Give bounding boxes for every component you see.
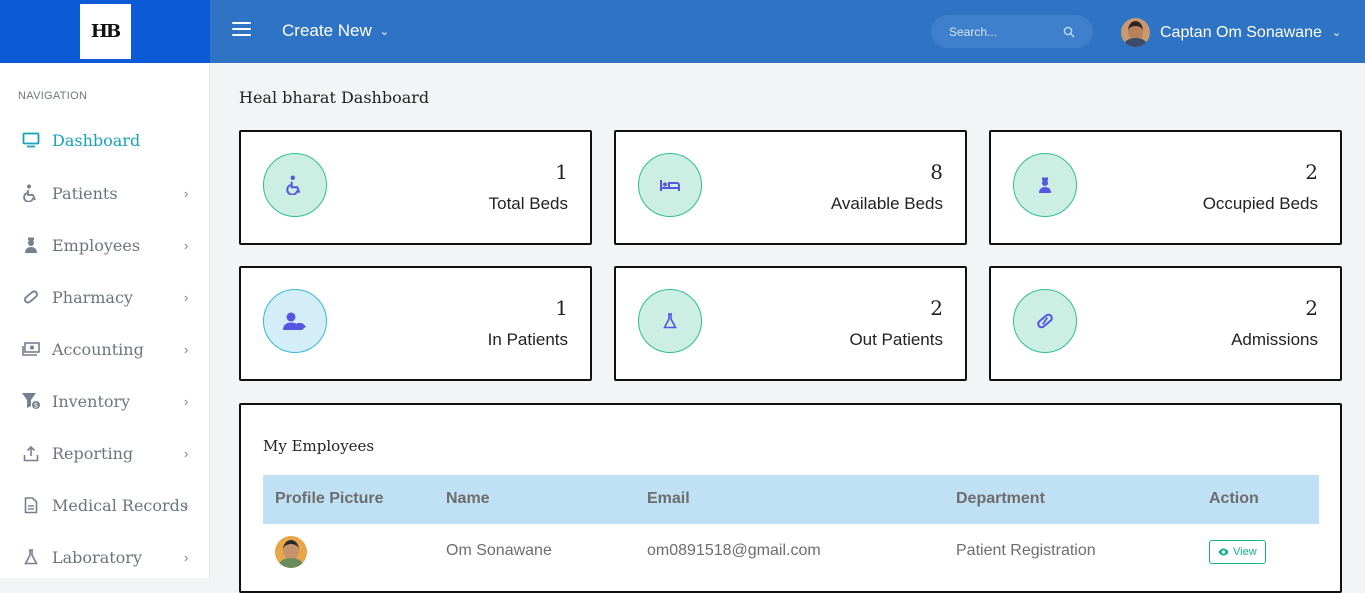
table-row: Om Sonawane om0891518@gmail.com Patient … <box>263 524 1319 580</box>
column-header: Department <box>956 490 1045 507</box>
stat-label: Total Beds <box>488 194 568 213</box>
stat-value: 2 <box>1305 296 1318 320</box>
employees-panel: My Employees Profile Picture Name Email … <box>239 403 1342 593</box>
chevron-right-icon: › <box>184 237 189 253</box>
sidebar-item-accounting[interactable]: Accounting › <box>0 329 210 369</box>
user-nurse-icon <box>1013 153 1077 217</box>
chevron-right-icon: › <box>184 549 189 565</box>
top-bar: HB Create New ⌄ Captan Om Sonawane ⌄ <box>0 0 1365 63</box>
filter-dollar-icon: $ <box>21 391 41 411</box>
sidebar-item-label: Accounting <box>52 339 144 359</box>
stat-value: 2 <box>930 296 943 320</box>
sidebar-item-label: Laboratory <box>52 547 142 567</box>
sidebar-item-label: Inventory <box>52 391 131 411</box>
upload-icon <box>21 443 41 463</box>
user-name: Captan Om Sonawane <box>1160 23 1322 41</box>
column-header: Name <box>446 490 490 507</box>
sidebar-item-label: Employees <box>52 235 141 255</box>
nav-heading: NAVIGATION <box>18 90 88 102</box>
stat-value: 1 <box>555 160 568 184</box>
chevron-right-icon: › <box>184 445 189 461</box>
flask-icon <box>21 547 41 567</box>
sidebar-item-label: Medical Records <box>52 495 189 515</box>
search-icon[interactable] <box>1063 26 1075 38</box>
wheelchair-icon <box>263 153 327 217</box>
stat-card-occupied-beds[interactable]: 2 Occupied Beds <box>989 130 1342 245</box>
sidebar-item-label: Patients <box>52 183 118 203</box>
search-box <box>931 15 1093 48</box>
eye-icon <box>1218 548 1229 556</box>
employee-department: Patient Registration <box>956 542 1096 559</box>
sidebar-item-label: Pharmacy <box>52 287 133 307</box>
view-button-label: View <box>1233 546 1257 558</box>
main-content: Heal bharat Dashboard 1 Total Beds 8 Ava… <box>215 63 1365 593</box>
search-input[interactable] <box>949 24 1059 39</box>
chevron-right-icon: › <box>184 341 189 357</box>
page-title: Heal bharat Dashboard <box>239 88 430 107</box>
bed-icon <box>638 153 702 217</box>
stat-label: Out Patients <box>849 330 943 349</box>
sidebar-item-reporting[interactable]: Reporting › <box>0 433 210 473</box>
stat-label: In Patients <box>487 330 568 349</box>
view-button[interactable]: View <box>1209 540 1266 564</box>
sidebar: NAVIGATION Dashboard Patients › Employee… <box>0 63 210 578</box>
sidebar-item-label: Reporting <box>52 443 134 463</box>
flask-icon <box>638 289 702 353</box>
pill-icon <box>21 287 41 307</box>
table-header: Profile Picture Name Email Department Ac… <box>263 475 1319 524</box>
employee-name: Om Sonawane <box>446 542 552 559</box>
brand-logo[interactable]: HB <box>79 4 131 59</box>
chevron-right-icon: › <box>184 393 189 409</box>
user-menu[interactable]: Captan Om Sonawane ⌄ <box>1121 18 1341 47</box>
chevron-down-icon: ⌄ <box>1331 27 1342 39</box>
sidebar-item-dashboard[interactable]: Dashboard <box>0 120 210 160</box>
user-tag-icon <box>263 289 327 353</box>
stat-card-admissions[interactable]: 2 Admissions <box>989 266 1342 381</box>
sidebar-item-label: Dashboard <box>52 130 141 150</box>
chevron-right-icon: › <box>184 497 189 513</box>
sidebar-item-medical-records[interactable]: Medical Records › <box>0 485 210 525</box>
sidebar-item-laboratory[interactable]: Laboratory › <box>0 537 210 577</box>
stat-label: Occupied Beds <box>1202 194 1318 213</box>
stat-value: 8 <box>930 160 943 184</box>
user-nurse-icon <box>21 235 41 255</box>
svg-text:$: $ <box>34 402 38 410</box>
sidebar-item-patients[interactable]: Patients › <box>0 173 210 213</box>
brand-area: HB <box>0 0 210 63</box>
column-header: Email <box>647 490 690 507</box>
stat-value: 1 <box>555 296 568 320</box>
money-icon <box>21 339 41 359</box>
chevron-right-icon: › <box>184 289 189 305</box>
column-header: Action <box>1209 490 1259 507</box>
stat-card-in-patients[interactable]: 1 In Patients <box>239 266 592 381</box>
sidebar-item-inventory[interactable]: $ Inventory › <box>0 381 210 421</box>
stat-value: 2 <box>1305 160 1318 184</box>
employee-email: om0891518@gmail.com <box>647 542 821 559</box>
avatar <box>1121 18 1150 47</box>
chevron-right-icon: › <box>184 185 189 201</box>
stat-label: Admissions <box>1231 330 1318 349</box>
stat-card-total-beds[interactable]: 1 Total Beds <box>239 130 592 245</box>
panel-title: My Employees <box>263 437 375 455</box>
sidebar-item-pharmacy[interactable]: Pharmacy › <box>0 277 210 317</box>
capsule-icon <box>1013 289 1077 353</box>
file-icon <box>21 495 41 515</box>
menu-toggle-icon[interactable] <box>232 22 251 40</box>
monitor-icon <box>21 130 41 150</box>
avatar <box>275 536 307 568</box>
stat-label: Available Beds <box>830 194 943 213</box>
stat-card-available-beds[interactable]: 8 Available Beds <box>614 130 967 245</box>
stat-card-out-patients[interactable]: 2 Out Patients <box>614 266 967 381</box>
chevron-down-icon: ⌄ <box>379 25 389 38</box>
create-new-label: Create New <box>282 21 372 40</box>
sidebar-item-employees[interactable]: Employees › <box>0 225 210 265</box>
column-header: Profile Picture <box>275 490 384 507</box>
wheelchair-icon <box>21 183 41 203</box>
create-new-dropdown[interactable]: Create New ⌄ <box>282 21 389 41</box>
